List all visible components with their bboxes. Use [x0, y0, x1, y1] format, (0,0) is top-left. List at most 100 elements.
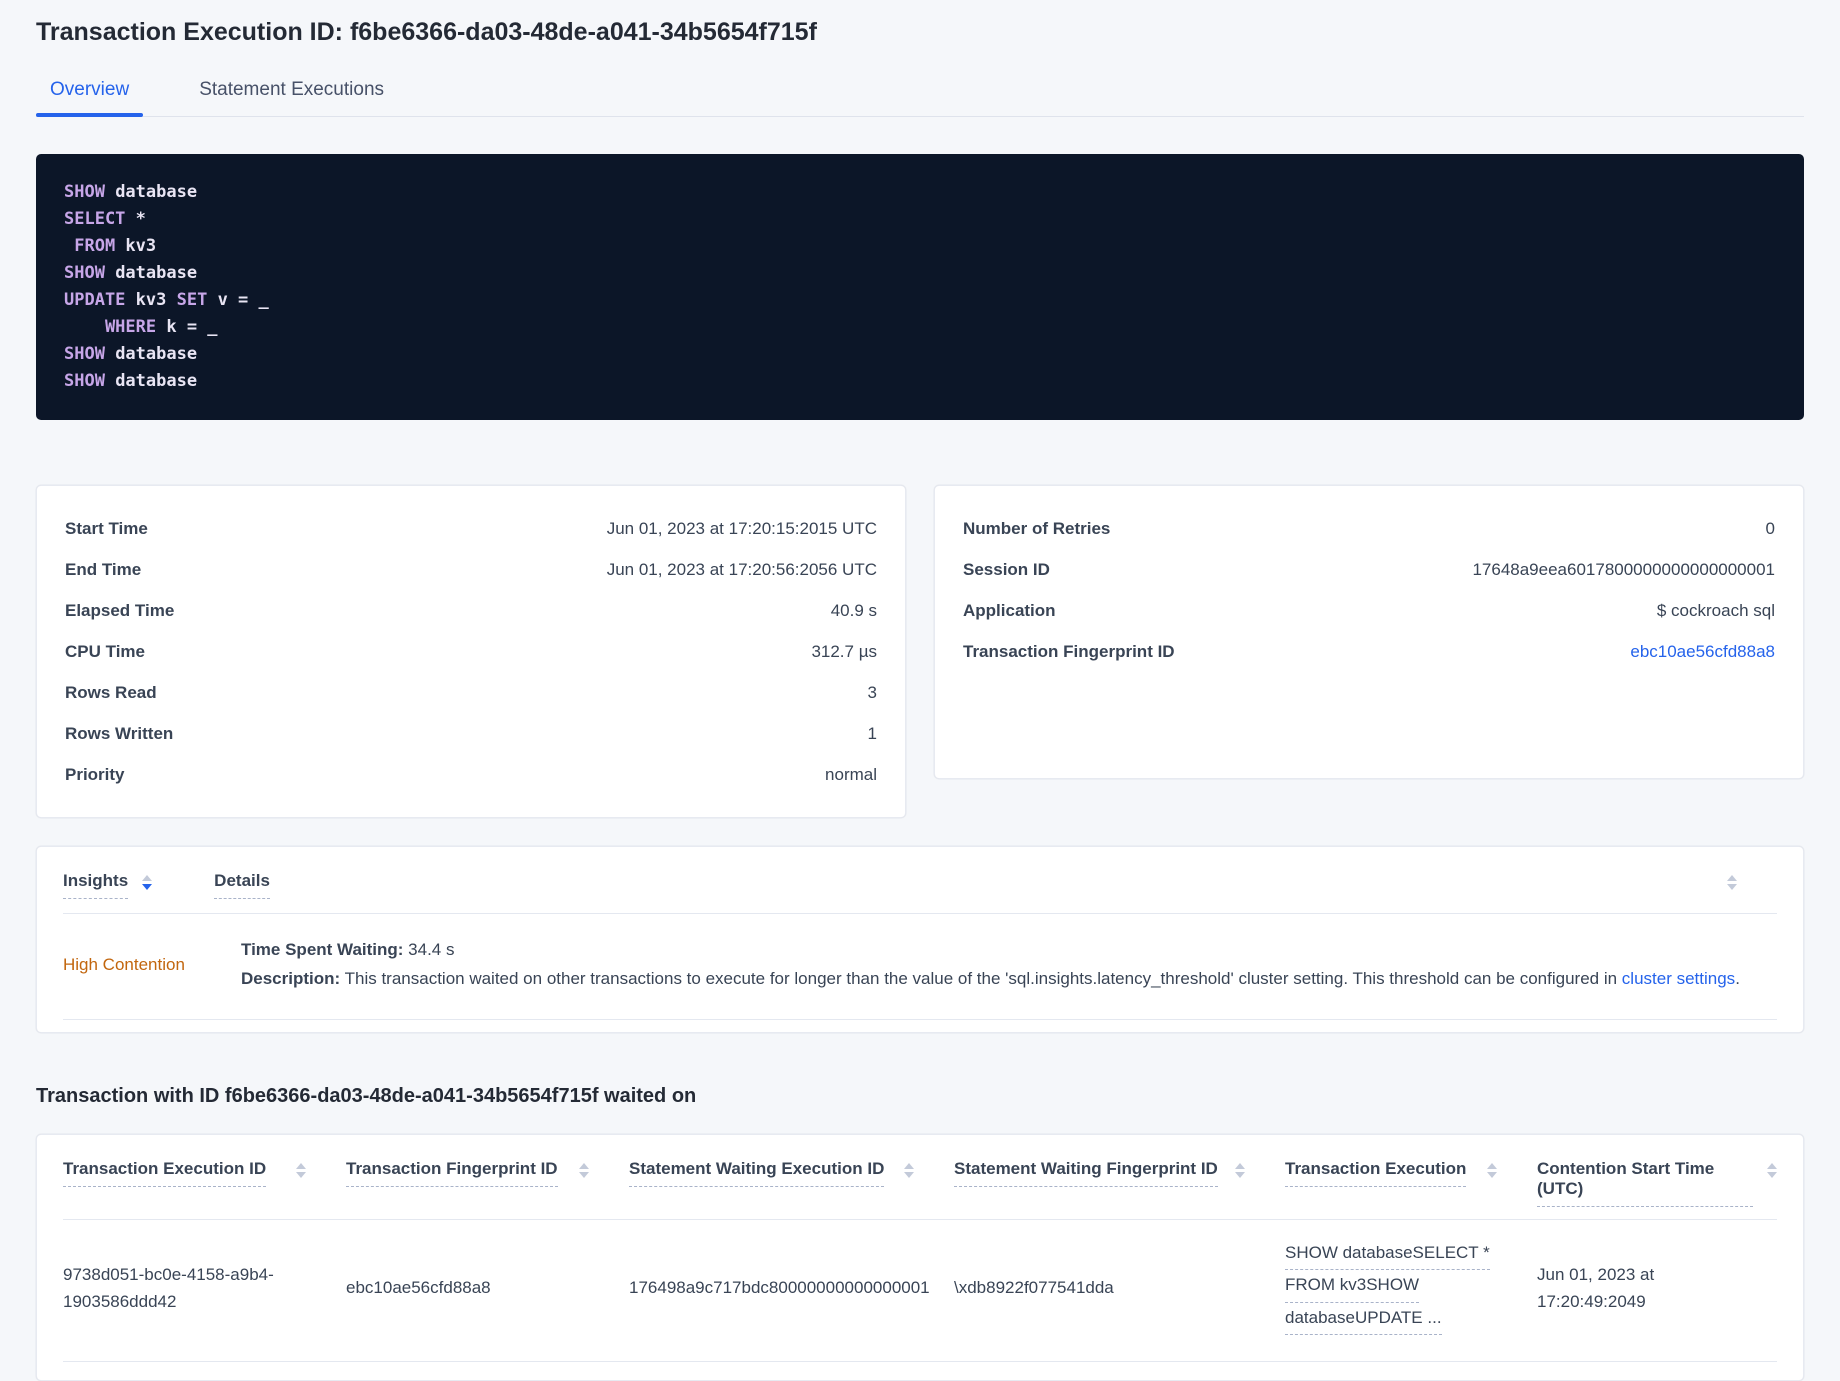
transaction-fingerprint-link[interactable]: ebc10ae56cfd88a8 — [1630, 642, 1775, 662]
column-header-details[interactable]: Details — [214, 871, 270, 899]
time-spent-waiting-label: Time Spent Waiting: — [241, 940, 404, 959]
column-header-insights[interactable]: Insights — [63, 871, 129, 899]
insight-details: Time Spent Waiting: 34.4 s Description: … — [241, 940, 1777, 989]
summary-cards-row: Start Time Jun 01, 2023 at 17:20:15:2015… — [36, 485, 1804, 818]
column-header-label[interactable]: Transaction Execution — [1285, 1159, 1467, 1187]
summary-value: 40.9 s — [830, 600, 877, 620]
summary-value: 0 — [1765, 518, 1775, 538]
column-header-transaction-execution: Transaction Execution — [1285, 1159, 1537, 1207]
page-title: Transaction Execution ID: f6be6366-da03-… — [36, 18, 817, 46]
summary-row-elapsed-time: Elapsed Time 40.9 s — [65, 590, 877, 631]
sql-identifier: database — [104, 371, 198, 391]
waited-on-table-card: Transaction Execution ID Transaction Fin… — [36, 1134, 1804, 1381]
insight-row: High Contention Time Spent Waiting: 34.4… — [63, 914, 1777, 1020]
cluster-settings-link[interactable]: cluster settings — [1622, 969, 1735, 988]
sql-keyword: SET — [166, 290, 208, 310]
column-header-label[interactable]: Statement Waiting Execution ID — [629, 1159, 885, 1187]
sql-keyword: SHOW — [64, 182, 105, 202]
summary-label: CPU Time — [65, 641, 145, 661]
description-label: Description: — [241, 969, 341, 988]
sql-line: SHOW database — [64, 179, 1776, 206]
sql-identifier: k = _ — [156, 317, 218, 337]
sort-icon[interactable] — [904, 1163, 914, 1178]
summary-label: Transaction Fingerprint ID — [963, 641, 1175, 661]
summary-row-transaction-fingerprint: Transaction Fingerprint ID ebc10ae56cfd8… — [963, 631, 1775, 672]
sql-identifier: * — [125, 209, 146, 229]
sql-line: SELECT * — [64, 206, 1776, 233]
summary-row-rows-read: Rows Read 3 — [65, 672, 877, 713]
column-header-label[interactable]: Transaction Fingerprint ID — [346, 1159, 558, 1187]
sql-identifier: v = _ — [207, 290, 269, 310]
summary-card-right: Number of Retries 0 Session ID 17648a9ee… — [934, 485, 1804, 779]
summary-label: Elapsed Time — [65, 600, 175, 620]
column-header-transaction-fingerprint-id: Transaction Fingerprint ID — [346, 1159, 629, 1207]
column-header-label[interactable]: Statement Waiting Fingerprint ID — [954, 1159, 1218, 1187]
summary-row-retries: Number of Retries 0 — [963, 508, 1775, 549]
cell-transaction-execution: SHOW databaseSELECT * FROM kv3SHOW datab… — [1285, 1240, 1537, 1337]
insights-table-header: Insights Details — [63, 847, 1777, 914]
summary-value: Jun 01, 2023 at 17:20:15:2015 UTC — [606, 518, 877, 538]
summary-label: End Time — [65, 559, 142, 579]
tab-overview[interactable]: Overview — [36, 69, 144, 117]
sql-line: SHOW database — [64, 341, 1776, 368]
sql-keyword: SHOW — [64, 263, 105, 283]
column-header-statement-waiting-execution-id: Statement Waiting Execution ID — [629, 1159, 954, 1207]
column-header-label[interactable]: Transaction Execution ID — [63, 1159, 267, 1187]
sql-identifier: database — [104, 182, 198, 202]
cell-statement-waiting-execution-id: 176498a9c717bdc80000000000000001 — [629, 1278, 930, 1298]
sql-keyword: FROM — [64, 236, 116, 256]
summary-value: 3 — [867, 682, 877, 702]
sort-icon[interactable] — [142, 875, 153, 890]
column-header-transaction-execution-id: Transaction Execution ID — [63, 1159, 346, 1207]
sort-icon[interactable] — [1487, 1163, 1497, 1178]
cell-transaction-fingerprint-id: ebc10ae56cfd88a8 — [346, 1278, 491, 1298]
sql-line: SHOW database — [64, 260, 1776, 287]
sql-line: FROM kv3 — [64, 233, 1776, 260]
insights-card: Insights Details High Contention Time Sp… — [36, 846, 1804, 1033]
cell-contention-start-time: Jun 01, 2023 at 17:20:49:2049 — [1537, 1265, 1655, 1311]
summary-value: Jun 01, 2023 at 17:20:56:2056 UTC — [606, 559, 877, 579]
sort-icon[interactable] — [296, 1163, 306, 1178]
waited-on-table-header: Transaction Execution ID Transaction Fin… — [63, 1135, 1777, 1220]
tab-statement-executions[interactable]: Statement Executions — [185, 69, 398, 116]
summary-label: Number of Retries — [963, 518, 1111, 538]
summary-label: Priority — [65, 764, 125, 784]
sort-icon[interactable] — [1767, 1163, 1777, 1178]
sort-icon[interactable] — [1235, 1163, 1245, 1178]
sql-identifier: kv3 — [125, 290, 167, 310]
transaction-execution-link[interactable]: SHOW databaseSELECT * — [1285, 1240, 1497, 1271]
column-header-statement-waiting-fingerprint-id: Statement Waiting Fingerprint ID — [954, 1159, 1285, 1207]
column-header-label[interactable]: Contention Start Time (UTC) — [1537, 1159, 1753, 1207]
sql-line: WHERE k = _ — [64, 314, 1776, 341]
summary-row-end-time: End Time Jun 01, 2023 at 17:20:56:2056 U… — [65, 549, 877, 590]
transaction-execution-link[interactable]: databaseUPDATE ... — [1285, 1305, 1497, 1336]
summary-value: 1 — [867, 723, 877, 743]
tab-bar: Overview Statement Executions — [36, 69, 1804, 117]
sql-line: UPDATE kv3 SET v = _ — [64, 287, 1776, 314]
sql-statements-box: SHOW database SELECT * FROM kv3 SHOW dat… — [36, 154, 1804, 420]
summary-row-rows-written: Rows Written 1 — [65, 713, 877, 754]
sql-line: SHOW database — [64, 368, 1776, 395]
sql-keyword: SELECT — [64, 209, 126, 229]
summary-value: 312.7 µs — [811, 641, 877, 661]
waited-on-heading: Transaction with ID f6be6366-da03-48de-a… — [36, 1085, 697, 1107]
transaction-execution-link[interactable]: FROM kv3SHOW — [1285, 1272, 1497, 1303]
sort-icon[interactable] — [1727, 875, 1737, 890]
summary-row-start-time: Start Time Jun 01, 2023 at 17:20:15:2015… — [65, 508, 877, 549]
summary-row-session-id: Session ID 17648a9eea6017800000000000000… — [963, 549, 1775, 590]
description-period: . — [1735, 969, 1740, 988]
summary-label: Rows Written — [65, 723, 174, 743]
summary-label: Application — [963, 600, 1056, 620]
column-header-contention-start-time: Contention Start Time (UTC) — [1537, 1159, 1777, 1207]
time-spent-waiting: Time Spent Waiting: 34.4 s — [241, 940, 1777, 960]
summary-label: Rows Read — [65, 682, 157, 702]
sort-icon[interactable] — [579, 1163, 589, 1178]
sql-keyword: SHOW — [64, 371, 105, 391]
summary-row-application: Application $ cockroach sql — [963, 590, 1775, 631]
sql-keyword: UPDATE — [64, 290, 126, 310]
cell-statement-waiting-fingerprint-id: \xdb8922f077541dda — [954, 1278, 1114, 1298]
sql-identifier: database — [104, 263, 198, 283]
insight-type-high-contention: High Contention — [63, 954, 185, 974]
time-spent-waiting-value: 34.4 s — [403, 940, 455, 959]
cell-transaction-execution-id: 9738d051-bc0e-4158-a9b4-1903586ddd42 — [63, 1265, 274, 1311]
